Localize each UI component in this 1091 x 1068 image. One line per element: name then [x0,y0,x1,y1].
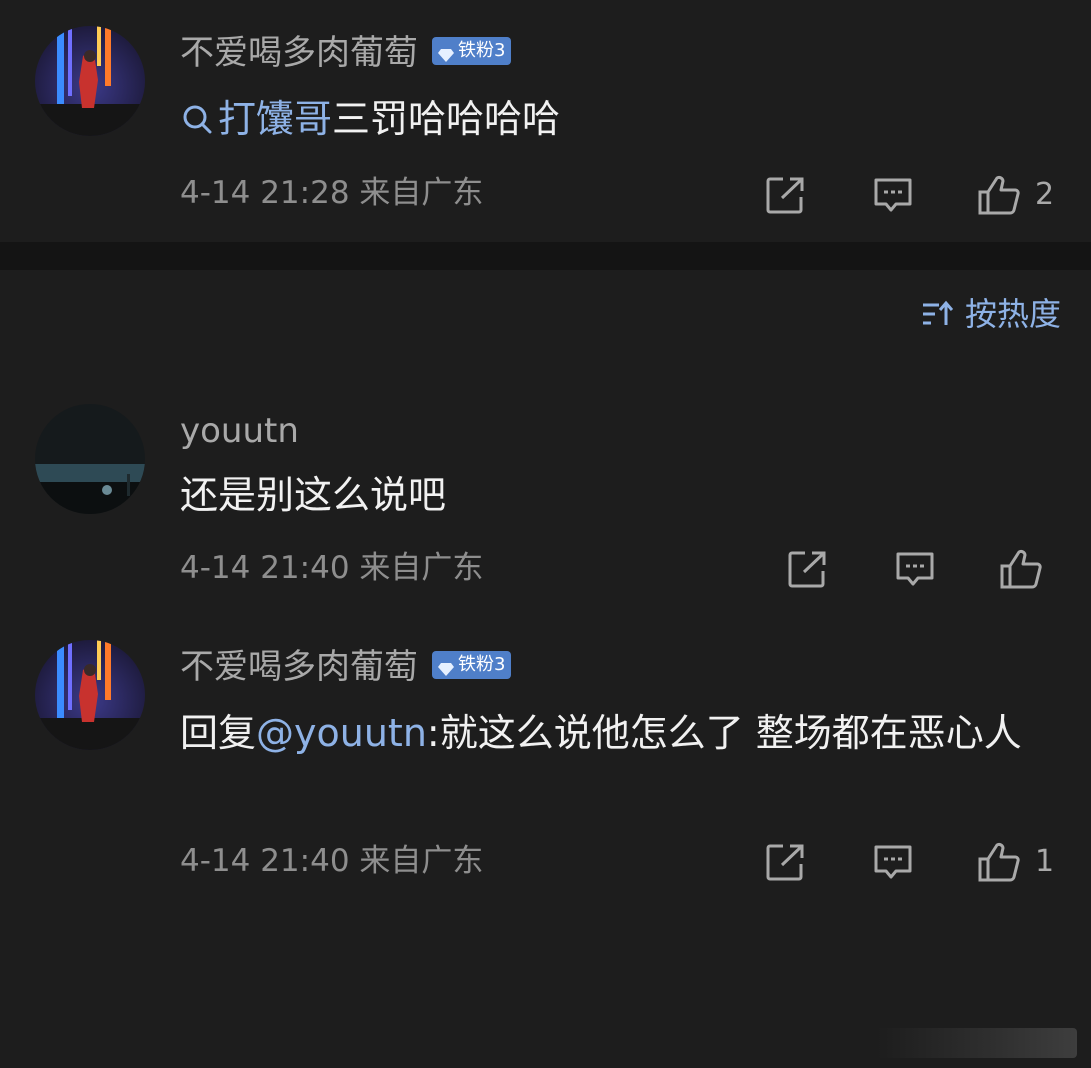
like-count: 1 [1035,844,1055,879]
comment-icon [874,845,912,879]
diamond-icon [438,648,454,682]
avatar[interactable] [35,640,145,750]
fan-badge[interactable]: 铁粉3 [432,34,512,68]
share-icon [788,551,826,588]
avatar[interactable] [35,404,145,514]
badge-label: 铁粉3 [458,653,506,675]
comment-username[interactable]: 不爱喝多肉葡萄 铁粉3 [180,647,512,687]
share-icon [766,844,804,881]
reply-prefix: 回复 [180,711,257,755]
comment-content: 还是别这么说吧 [180,473,447,517]
thumbs-up-icon [978,842,1020,882]
mention-link[interactable]: @youutn [256,711,427,755]
comment-meta: 4-14 21:40 来自广东 [180,550,484,586]
avatar[interactable] [35,26,145,136]
share-button[interactable] [788,550,828,588]
search-icon [183,105,212,134]
sort-toggle[interactable]: 按热度 [921,298,1061,330]
fan-badge[interactable]: 铁粉3 [432,648,512,682]
post-content: 打馕哥三罚哈哈哈哈 [180,88,1060,150]
diamond-icon [438,34,454,68]
comment-icon [874,178,912,212]
thumbs-up-icon [1000,549,1042,589]
username-text[interactable]: 不爱喝多肉葡萄 [180,33,418,73]
comment-username[interactable]: youutn [180,414,299,448]
comment-button[interactable] [873,176,913,214]
share-button[interactable] [766,843,806,881]
sort-icon [922,300,953,325]
section-divider [0,242,1091,270]
post-meta: 4-14 21:28 来自广东 [180,175,484,211]
share-button[interactable] [766,176,806,214]
badge-label: 铁粉3 [458,39,506,61]
comment-list [0,270,1091,1068]
comment-button[interactable] [873,843,913,881]
comment-button[interactable] [895,550,935,588]
comment-icon [896,552,934,586]
like-button[interactable]: 2 [977,174,1054,216]
username-text[interactable]: 不爱喝多肉葡萄 [180,647,418,687]
like-count: 2 [1035,177,1055,212]
content-text: 三罚哈哈哈哈 [332,97,561,141]
comment-meta: 4-14 21:40 来自广东 [180,843,484,879]
sort-label[interactable]: 按热度 [965,298,1061,330]
like-button[interactable]: 1 [977,841,1054,883]
original-post: 不爱喝多肉葡萄 铁粉3 打馕哥三罚哈哈哈哈 4-14 21:28 来自广东 2 [0,0,1091,242]
thumbs-up-icon [978,175,1020,215]
post-username[interactable]: 不爱喝多肉葡萄 铁粉3 [180,33,512,73]
watermark [877,1028,1077,1058]
comment-content: 回复@youutn:就这么说他怎么了 整场都在恶心人 [180,702,1060,764]
topic-text[interactable]: 打馕哥 [218,97,332,141]
reply-text: :就这么说他怎么了 整场都在恶心人 [426,711,1022,755]
topic-link[interactable]: 打馕哥 [180,97,332,141]
share-icon [766,177,804,214]
like-button[interactable] [999,548,1057,590]
